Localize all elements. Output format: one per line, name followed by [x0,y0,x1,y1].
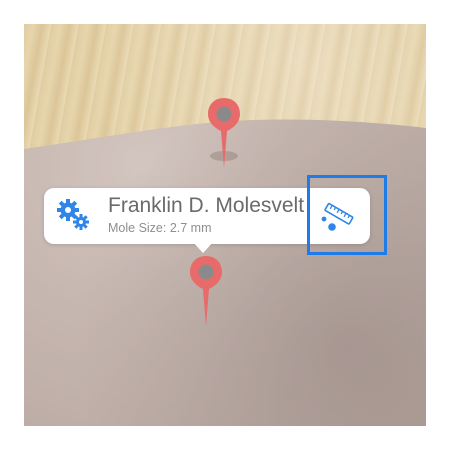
patient-name: Franklin D. Molesvelt [108,194,305,217]
map-pin-icon [190,256,222,326]
gears-icon[interactable] [56,198,90,232]
map-pin-icon [208,98,240,168]
measure-highlight-box [307,175,387,255]
mole-pin-upper[interactable] [206,96,242,172]
callout-arrow [192,241,214,253]
mole-size: Mole Size: 2.7 mm [108,221,212,235]
mole-pin-lower[interactable] [188,254,224,330]
